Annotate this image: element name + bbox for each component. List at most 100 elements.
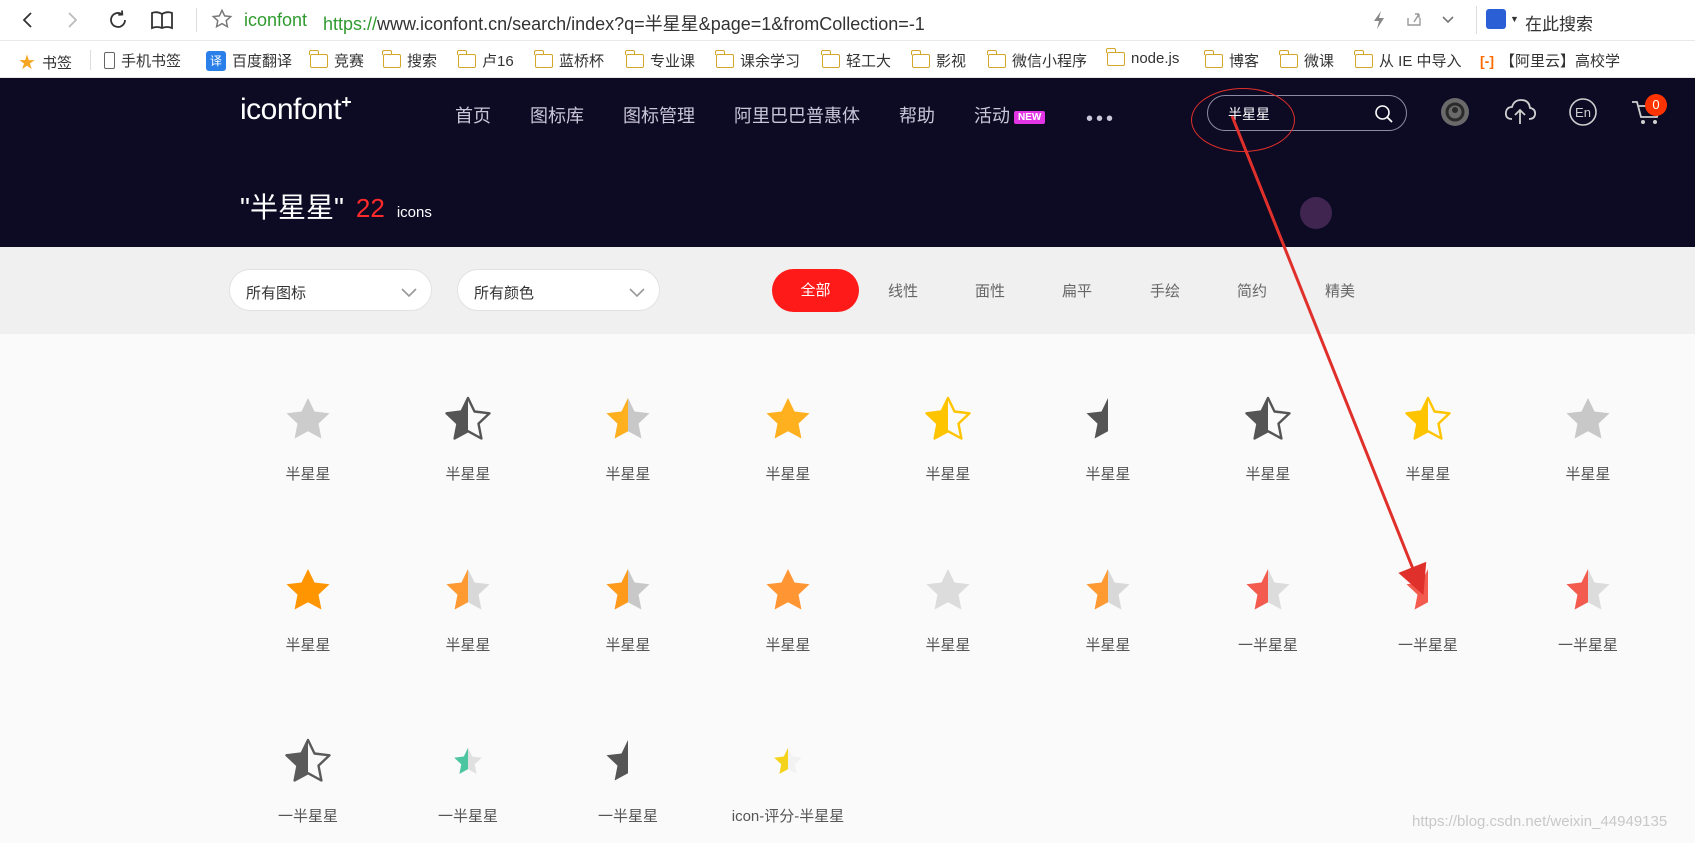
folder-icon [987, 49, 1006, 68]
icon-card[interactable]: 一半星星 [388, 737, 548, 843]
tab-filled[interactable]: 面性 [975, 280, 1005, 301]
half-star-icon [454, 747, 482, 774]
folder-icon [911, 49, 930, 68]
icon-card[interactable]: 半星星 [228, 566, 388, 686]
icon-type-select[interactable]: 所有图标 [229, 269, 432, 311]
nav-help[interactable]: 帮助 [899, 102, 935, 128]
half-star-icon [926, 569, 970, 610]
bookmark-folder[interactable]: 蓝桥杯 [534, 49, 605, 71]
tab-all[interactable]: 全部 [772, 269, 859, 312]
bookmark-label: 书签 [41, 55, 72, 72]
bookmark-item[interactable]: 手机书签 [104, 50, 181, 71]
bookmark-folder[interactable]: 轻工大 [821, 49, 891, 71]
bookmark-folder[interactable]: 搜索 [382, 49, 437, 71]
annotation-circle [1191, 88, 1295, 152]
bookmark-folder[interactable]: 博客 [1204, 49, 1259, 71]
icon-card[interactable]: icon-评分-半星星 [708, 737, 868, 843]
icon-card[interactable]: 半星星 [708, 566, 868, 686]
icon-card[interactable]: 半星星 [1028, 395, 1188, 515]
half-star-icon [1086, 398, 1108, 439]
icon-label: 半星星 [445, 466, 491, 483]
bookmark-folder[interactable]: 竞赛 [309, 49, 364, 71]
more-menu-icon[interactable]: ••• [1086, 108, 1116, 131]
tab-handdrawn[interactable]: 手绘 [1150, 280, 1180, 301]
bookmark-label: 蓝桥杯 [559, 53, 605, 70]
folder-icon [309, 49, 328, 68]
icon-card[interactable]: 一半星星 [1508, 566, 1668, 686]
select-value: 所有颜色 [474, 285, 535, 302]
icon-card[interactable]: 半星星 [1348, 395, 1508, 515]
address-bar[interactable]: https://www.iconfont.cn/search/index?q=半… [323, 10, 925, 36]
cart-count-badge: 0 [1645, 94, 1667, 116]
icon-card[interactable]: 半星星 [1508, 395, 1668, 515]
back-icon[interactable] [14, 6, 42, 34]
icon-card[interactable]: 一半星星 [548, 737, 708, 843]
tab-linear[interactable]: 线性 [888, 280, 918, 301]
icon-card[interactable]: 一半星星 [1348, 566, 1508, 686]
upload-cloud-icon[interactable] [1503, 97, 1537, 127]
icon-label: 半星星 [445, 637, 491, 654]
icon-label: 半星星 [1085, 637, 1131, 654]
lightning-icon[interactable] [1372, 10, 1386, 30]
search-icon[interactable] [1374, 104, 1394, 124]
bookmark-folder[interactable]: 卢16 [457, 49, 514, 71]
bookmark-label: 从 IE 中导入 [1379, 53, 1462, 70]
icon-card[interactable]: 半星星 [548, 395, 708, 515]
bookmark-label: 课余学习 [740, 53, 801, 70]
half-star-icon [1086, 569, 1130, 610]
language-en-icon[interactable]: En [1568, 97, 1598, 127]
nav-alibaba-font[interactable]: 阿里巴巴普惠体 [734, 102, 860, 128]
nav-home[interactable]: 首页 [455, 102, 491, 128]
bookmark-folder[interactable]: 课余学习 [715, 49, 801, 71]
tab-flat[interactable]: 扁平 [1062, 280, 1092, 301]
bookmark-folder[interactable]: 影视 [911, 49, 966, 71]
engine-caret-icon[interactable]: ▼ [1510, 14, 1519, 24]
iconfont-logo[interactable]: iconfont+ [240, 92, 352, 127]
icon-card[interactable]: 半星星 [388, 395, 548, 515]
user-avatar-icon[interactable] [1440, 97, 1470, 127]
browser-toolbar: iconfont https://www.iconfont.cn/search/… [0, 0, 1695, 41]
icon-card[interactable]: 一半星星 [228, 737, 388, 843]
icon-label: 半星星 [1565, 466, 1611, 483]
forward-icon[interactable] [58, 6, 86, 34]
icon-card[interactable]: 半星星 [1188, 395, 1348, 515]
icon-card[interactable]: 一半星星 [1188, 566, 1348, 686]
reader-icon[interactable] [148, 6, 176, 34]
refresh-icon[interactable] [104, 6, 132, 34]
icon-card[interactable]: 半星星 [228, 395, 388, 515]
share-icon[interactable] [1405, 10, 1423, 28]
bookmark-label: 卢16 [482, 53, 514, 70]
bookmark-item[interactable]: 译百度翻译 [206, 50, 292, 71]
bookmark-item[interactable]: [-] 【阿里云】高校学 [1480, 50, 1620, 71]
nav-icon-management[interactable]: 图标管理 [623, 102, 695, 128]
browser-search-box[interactable]: 在此搜索 [1525, 10, 1593, 35]
icon-card[interactable]: 半星星 [868, 395, 1028, 515]
select-value: 所有图标 [246, 285, 307, 302]
tab-simple[interactable]: 简约 [1237, 280, 1267, 301]
tab-refined[interactable]: 精美 [1325, 280, 1355, 301]
bookmark-item[interactable]: ★ 书签 [18, 50, 72, 75]
bookmark-folder[interactable]: node.js [1106, 47, 1179, 67]
icon-card[interactable]: 半星星 [708, 395, 868, 515]
chevron-down-icon[interactable] [1440, 10, 1456, 28]
bookmark-folder[interactable]: 微课 [1279, 49, 1334, 71]
bookmark-folder[interactable]: 从 IE 中导入 [1354, 49, 1462, 71]
half-star-icon [285, 738, 331, 782]
half-star-icon [1566, 398, 1610, 439]
icon-card[interactable]: 半星星 [1028, 566, 1188, 686]
bookmark-folder[interactable]: 微信小程序 [987, 49, 1087, 71]
bookmark-folder[interactable]: 专业课 [625, 49, 695, 71]
folder-icon [1279, 49, 1298, 68]
nav-activity[interactable]: 活动 NEW [974, 102, 1046, 128]
color-select[interactable]: 所有颜色 [457, 269, 660, 311]
icon-label: 一半星星 [437, 808, 498, 825]
icon-card[interactable]: 半星星 [868, 566, 1028, 686]
main-nav: 首页 图标库 图标管理 阿里巴巴普惠体 帮助 活动 NEW [455, 102, 1084, 128]
favorite-star-icon[interactable] [211, 8, 233, 30]
folder-icon [821, 49, 840, 68]
nav-icon-library[interactable]: 图标库 [530, 102, 584, 128]
baidu-paw-icon[interactable] [1486, 9, 1506, 29]
address-divider [196, 8, 197, 32]
icon-card[interactable]: 半星星 [548, 566, 708, 686]
icon-card[interactable]: 半星星 [388, 566, 548, 686]
